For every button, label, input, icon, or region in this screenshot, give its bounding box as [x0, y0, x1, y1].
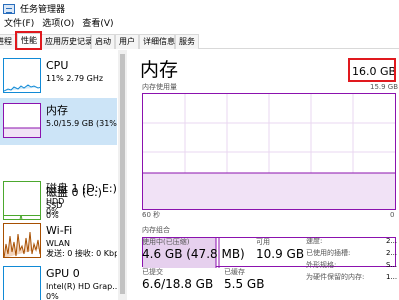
- sidebar-disk1-type: HDD: [46, 197, 65, 206]
- gpu-mini-chart: [4, 267, 41, 300]
- disk1-mini-chart: [4, 182, 41, 216]
- memory-usage-graph: [142, 93, 396, 210]
- highlight-performance-tab: [15, 31, 42, 50]
- sidebar-cpu-usage: 11% 2.79 GHz: [46, 74, 104, 83]
- title-bar: 任务管理器: [0, 0, 399, 17]
- form-factor-value: S...: [386, 261, 398, 269]
- memory-usage-chart: [143, 94, 395, 209]
- sidebar-item-wifi[interactable]: Wi-Fi WLAN 发送: 0 接收: 0 Kbps: [0, 218, 117, 265]
- slots-used-value: 2...: [386, 249, 398, 257]
- sidebar-memory-name: 内存: [46, 104, 68, 117]
- cached-label: 已缓存: [224, 268, 245, 276]
- tab-details[interactable]: 详细信息: [139, 34, 175, 49]
- committed-value: 6.6/18.8 GB: [142, 277, 214, 291]
- menu-options[interactable]: 选项(O): [38, 17, 78, 31]
- memory-usage-max: 15.9 GB: [370, 83, 399, 91]
- sidebar-scroll-thumb[interactable]: [120, 54, 125, 294]
- menu-bar: 文件(F) 选项(O) 查看(V): [0, 17, 399, 31]
- speed-value: 2...: [386, 237, 398, 245]
- cached-value: 5.5 GB: [224, 277, 265, 291]
- sidebar-scrollbar[interactable]: [118, 50, 127, 300]
- menu-view[interactable]: 查看(V): [78, 17, 117, 31]
- page-title: 内存: [140, 59, 179, 81]
- sidebar-disk1-usage: 0%: [46, 207, 59, 216]
- committed-label: 已提交: [142, 268, 163, 276]
- sidebar-memory-usage: 5.0/15.9 GB (31%): [46, 119, 117, 128]
- sidebar-item-memory[interactable]: 内存 5.0/15.9 GB (31%): [0, 98, 117, 145]
- form-factor-label: 外形规格:: [306, 261, 337, 269]
- available-label: 可用: [256, 238, 270, 246]
- available-value: 10.9 GB: [256, 247, 305, 261]
- tab-bar: 进程 性能 应用历史记录 启动 用户 详细信息 服务: [0, 31, 399, 50]
- cpu-thumbnail-graph: [3, 58, 41, 93]
- memory-mini-chart: [4, 127, 40, 137]
- sidebar-gpu-model: Intel(R) HD Grap...: [46, 282, 117, 291]
- sidebar-gpu-usage: 0%: [46, 292, 59, 300]
- sidebar-disk1-name: 磁盘 1 (D: E:): [46, 182, 117, 195]
- sidebar-item-cpu[interactable]: CPU 11% 2.79 GHz: [0, 53, 117, 100]
- sidebar-cpu-name: CPU: [46, 59, 69, 72]
- memory-detail-panel: 内存 16.0 GB 内存使用量 15.9 GB 60 秒 0 内存组合 使用中…: [128, 50, 399, 300]
- sidebar-wifi-name: Wi-Fi: [46, 224, 73, 237]
- hardware-reserved-value: 1...: [386, 273, 398, 281]
- in-use-value: 4.6 GB (47.8 MB): [142, 247, 245, 261]
- sidebar-gpu-name: GPU 0: [46, 267, 80, 280]
- sidebar-item-disk1[interactable]: 磁盘 1 (D: E:) HDD 0%: [0, 176, 117, 223]
- memory-composition-label: 内存组合: [142, 226, 170, 234]
- slots-used-label: 已使用的插槽:: [306, 249, 351, 257]
- window-title: 任务管理器: [20, 5, 66, 15]
- wifi-mini-chart: [4, 231, 40, 257]
- tab-services[interactable]: 服务: [175, 34, 199, 49]
- highlight-memory-total: [348, 58, 396, 82]
- memory-thumbnail-graph: [3, 103, 41, 138]
- gpu-thumbnail-graph: [3, 266, 41, 300]
- in-use-label: 使用中(已压缩): [142, 238, 190, 246]
- disk1-thumbnail-graph: [3, 181, 41, 216]
- tab-startup[interactable]: 启动: [91, 34, 115, 49]
- task-manager-icon: [3, 3, 15, 14]
- sidebar-wifi-adapter: WLAN: [46, 239, 71, 248]
- speed-label: 速度:: [306, 237, 323, 245]
- resource-sidebar: CPU 11% 2.79 GHz 内存 5.0/15.9 GB (31%) 磁盘…: [0, 50, 117, 300]
- sidebar-wifi-throughput: 发送: 0 接收: 0 Kbps: [46, 249, 117, 258]
- memory-usage-label: 内存使用量: [142, 83, 177, 91]
- wifi-thumbnail-graph: [3, 223, 41, 258]
- menu-file[interactable]: 文件(F): [0, 17, 38, 31]
- tab-users[interactable]: 用户: [115, 34, 139, 49]
- time-axis-end: 0: [390, 211, 395, 219]
- time-axis-start: 60 秒: [142, 211, 161, 219]
- cpu-mini-chart: [4, 84, 40, 92]
- sidebar-item-gpu[interactable]: GPU 0 Intel(R) HD Grap... 0%: [0, 261, 117, 300]
- hardware-reserved-label: 为硬件保留的内存:: [306, 273, 365, 281]
- tab-app-history[interactable]: 应用历史记录: [41, 34, 93, 49]
